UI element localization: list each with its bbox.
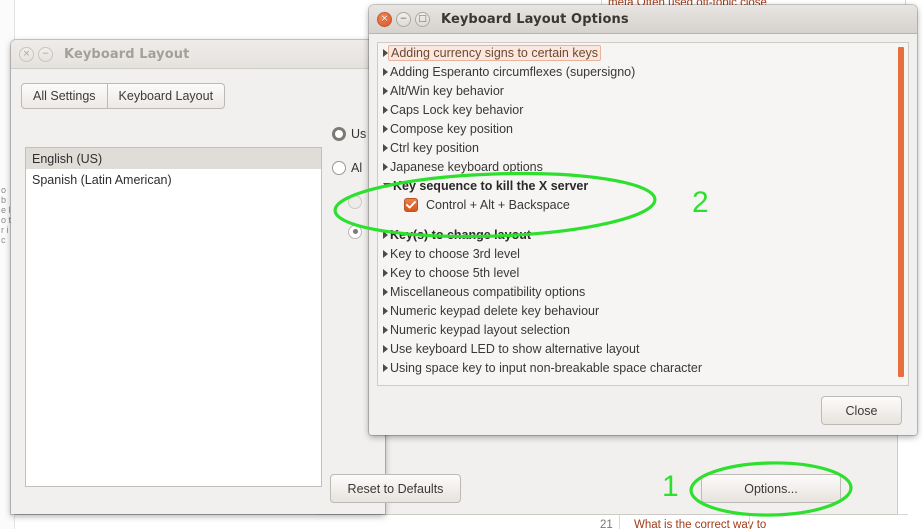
- options-tree-item[interactable]: Key(s) to change layout: [378, 225, 893, 244]
- options-tree-item[interactable]: Use keyboard LED to show alternative lay…: [378, 339, 893, 358]
- options-dialog-title: Keyboard Layout Options: [441, 11, 629, 27]
- list-item[interactable]: English (US): [26, 148, 321, 169]
- options-tree-label: Use keyboard LED to show alternative lay…: [390, 341, 640, 356]
- options-tree-label: Using space key to input non-breakable s…: [390, 360, 702, 375]
- chevron-right-icon[interactable]: [383, 268, 388, 277]
- options-tree-label: Caps Lock key behavior: [390, 102, 524, 117]
- options-tree-item[interactable]: Key to choose 3rd level: [378, 244, 893, 263]
- chevron-right-icon[interactable]: [383, 287, 388, 296]
- options-tree-item[interactable]: Numeric keypad layout selection: [378, 320, 893, 339]
- keyboard-layout-list[interactable]: English (US) Spanish (Latin American): [25, 147, 322, 487]
- options-tree-label: Key to choose 5th level: [390, 265, 520, 280]
- background-bottom-text: What is the correct way to: [634, 519, 767, 529]
- options-tree-item[interactable]: Adding Esperanto circumflexes (supersign…: [378, 62, 893, 81]
- chevron-right-icon[interactable]: [383, 143, 388, 152]
- options-button[interactable]: Options...: [701, 474, 841, 503]
- chevron-right-icon[interactable]: [383, 124, 388, 133]
- options-tree-label: Japanese keyboard options: [390, 159, 543, 174]
- keyboard-layout-window: × − Keyboard Layout All Settings Keyboar…: [11, 40, 385, 514]
- window-controls: × −: [19, 46, 53, 62]
- options-tree-item[interactable]: Adding currency signs to certain keys: [378, 43, 893, 62]
- keyboard-layout-title: Keyboard Layout: [64, 46, 190, 62]
- minimize-icon[interactable]: −: [396, 11, 411, 27]
- options-tree-label: Key to choose 3rd level: [390, 246, 520, 261]
- maximize-icon[interactable]: □: [415, 11, 430, 27]
- settings-tabstrip: All Settings Keyboard Layout: [21, 83, 226, 109]
- options-scroll-area[interactable]: Adding currency signs to certain keys Ad…: [377, 42, 909, 386]
- check-glyph: [406, 200, 416, 209]
- options-tree-item[interactable]: Numeric keypad delete key behaviour: [378, 301, 893, 320]
- options-dialog-titlebar: × − □ Keyboard Layout Options: [369, 5, 917, 34]
- options-tree-item[interactable]: Caps Lock key behavior: [378, 100, 893, 119]
- radio-option-use-same[interactable]: Us: [332, 124, 374, 143]
- chevron-right-icon[interactable]: [383, 344, 388, 353]
- radio-label: Us: [351, 126, 367, 141]
- checkbox-checked-icon[interactable]: [404, 197, 418, 212]
- keyboard-layout-titlebar: × − Keyboard Layout: [11, 40, 385, 69]
- reset-to-defaults-button[interactable]: Reset to Defaults: [330, 474, 461, 503]
- radio-label: Al: [351, 160, 363, 175]
- options-tree-label: Compose key position: [390, 121, 513, 136]
- chevron-right-icon[interactable]: [383, 249, 388, 258]
- annotation-number-one: 1: [662, 470, 679, 503]
- tab-all-settings[interactable]: All Settings: [21, 83, 108, 109]
- chevron-right-icon[interactable]: [383, 86, 388, 95]
- options-tree-label: Adding Esperanto circumflexes (supersign…: [390, 64, 636, 79]
- chevron-down-icon[interactable]: [383, 183, 391, 188]
- options-tree-item[interactable]: Miscellaneous compatibility options: [378, 282, 893, 301]
- options-tree-item[interactable]: Compose key position: [378, 119, 893, 138]
- close-icon[interactable]: ×: [377, 11, 392, 27]
- options-tree-item-clipped[interactable]: Using space key to input non-breakable s…: [378, 358, 893, 377]
- list-item[interactable]: Spanish (Latin American): [26, 169, 321, 190]
- options-scrollbar[interactable]: [895, 44, 907, 384]
- options-tree-label: Ctrl key position: [390, 140, 479, 155]
- radio-dot-icon: [348, 194, 362, 209]
- radio-dot-icon: [332, 126, 346, 141]
- options-tree-label: Alt/Win key behavior: [390, 83, 504, 98]
- radio-option-allow-different[interactable]: Al: [332, 158, 374, 177]
- chevron-right-icon[interactable]: [383, 306, 388, 315]
- options-scrollbar-thumb[interactable]: [898, 47, 904, 377]
- options-tree-item[interactable]: Ctrl key position: [378, 138, 893, 157]
- background-bottom-count: 21: [600, 519, 613, 529]
- options-tree-item[interactable]: Japanese keyboard options: [378, 157, 893, 176]
- minimize-icon[interactable]: −: [38, 46, 53, 62]
- annotation-number-two: 2: [692, 186, 709, 219]
- close-icon[interactable]: ×: [19, 46, 34, 62]
- chevron-right-icon[interactable]: [383, 325, 388, 334]
- options-tree-item[interactable]: Alt/Win key behavior: [378, 81, 893, 100]
- chevron-right-icon[interactable]: [383, 230, 388, 239]
- options-tree-label: Key sequence to kill the X server: [393, 178, 589, 193]
- screen: o b e l o t r i c meta Often used off-to…: [0, 0, 923, 529]
- radio-dot-icon: [332, 160, 346, 175]
- options-tree-label: Key(s) to change layout: [390, 227, 531, 242]
- options-checkbox-label: Control + Alt + Backspace: [426, 197, 570, 212]
- options-dialog-body: Adding currency signs to certain keys Ad…: [369, 34, 917, 435]
- keyboard-layout-options-dialog: × − □ Keyboard Layout Options Adding cur…: [369, 5, 917, 435]
- radio-dot-icon: [348, 224, 362, 239]
- options-tree-label: Miscellaneous compatibility options: [390, 284, 586, 299]
- options-tree-item[interactable]: Key to choose 5th level: [378, 263, 893, 282]
- window-controls: × − □: [377, 11, 430, 27]
- options-tree-item-expanded[interactable]: Key sequence to kill the X server: [378, 176, 893, 195]
- options-checkbox-row[interactable]: Control + Alt + Backspace: [378, 195, 893, 214]
- options-tree-label: Numeric keypad layout selection: [390, 322, 570, 337]
- options-tree-label: Adding currency signs to certain keys: [388, 44, 602, 61]
- options-tree-label: Numeric keypad delete key behaviour: [390, 303, 600, 318]
- keyboard-layout-body: All Settings Keyboard Layout English (US…: [11, 69, 385, 514]
- options-tree: Adding currency signs to certain keys Ad…: [378, 43, 893, 377]
- close-button[interactable]: Close: [821, 396, 902, 425]
- chevron-right-icon[interactable]: [383, 363, 388, 372]
- keyboard-source-radio-group: Us Al: [332, 124, 374, 252]
- chevron-right-icon[interactable]: [383, 67, 388, 76]
- options-tree-spacer: [378, 214, 893, 225]
- chevron-right-icon[interactable]: [383, 162, 388, 171]
- chevron-right-icon[interactable]: [383, 105, 388, 114]
- tab-keyboard-layout[interactable]: Keyboard Layout: [107, 83, 226, 109]
